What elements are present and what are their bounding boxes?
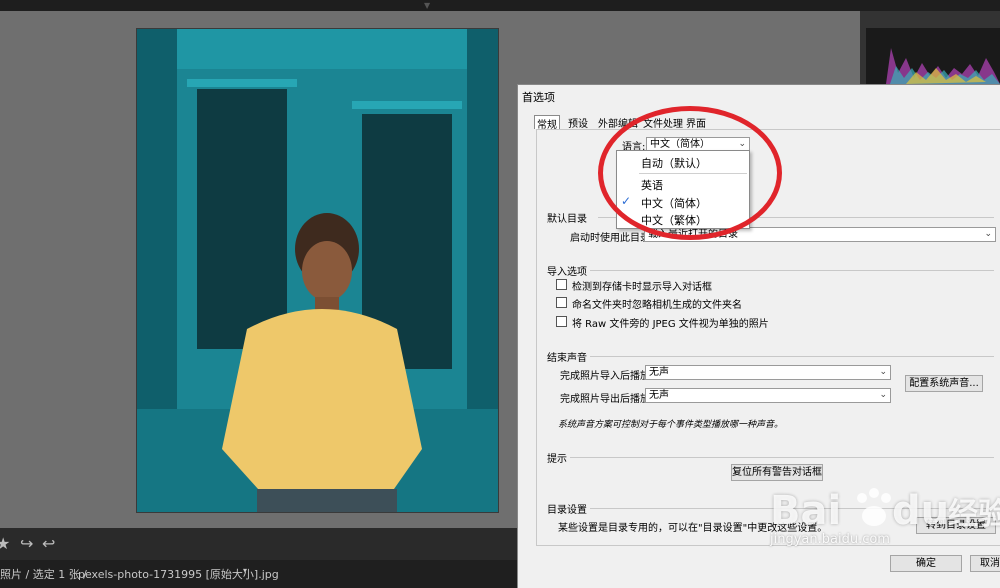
import-sound-value: 无声 [649,367,669,378]
cancel-button[interactable]: 取消 [970,555,1000,572]
group-divider [590,356,994,357]
checkmark-icon: ✓ [621,194,632,208]
startup-catalog-label: 启动时使用此目录: [570,233,654,244]
show-import-dialog-checkbox[interactable] [556,279,567,290]
svg-text:Bai: Bai [770,488,841,534]
import-sound-select[interactable]: 无声 ⌄ [645,365,891,380]
language-select-value: 中文（简体） [650,139,710,150]
default-catalog-title: 默认目录 [547,214,587,225]
ignore-camera-folder-names-checkbox[interactable] [556,297,567,308]
photo-image [137,29,498,512]
import-sound-label: 完成照片导入后播放: [560,371,654,382]
filmstrip-filename[interactable]: pexels-photo-1731995 [原始大小].jpg [78,566,279,582]
chevron-down-icon: ⌄ [879,390,887,400]
group-divider [570,457,994,458]
prompts-title: 提示 [547,454,567,465]
photo-preview [136,28,499,513]
group-divider [590,270,994,271]
tab-file-handling[interactable]: 文件处理 [641,115,685,130]
reset-warning-dialogs-button[interactable]: 复位所有警告对话框 [731,464,823,481]
rotate-left-icon[interactable]: ↪ [20,534,33,553]
export-sound-value: 无声 [649,390,669,401]
export-sound-select[interactable]: 无声 ⌄ [645,388,891,403]
tab-presets[interactable]: 预设 [566,115,590,130]
startup-catalog-select[interactable]: 载入最近打开的目录 ⌄ [644,227,996,242]
language-dropdown-list: 自动（默认） 英语 ✓ 中文（简体） 中文（繁体） [616,150,750,229]
chevron-down-icon: ⌄ [879,367,887,377]
export-sound-label: 完成照片导出后播放: [560,394,654,405]
svg-text:经验: 经验 [948,497,1000,532]
panel-toggle-arrow-icon[interactable]: ▼ [424,1,430,10]
language-option-auto[interactable]: 自动（默认） [641,155,707,171]
chevron-down-icon: ⌄ [984,229,992,239]
import-options-title: 导入选项 [547,267,587,278]
tab-general[interactable]: 常规 [534,115,560,131]
tab-interface[interactable]: 界面 [684,115,708,130]
treat-jpeg-separate-checkbox[interactable] [556,316,567,327]
top-panel-strip: ▼ [0,0,1000,11]
bottom-toolbar: ★ ↪ ↩ [0,528,519,560]
dropdown-separator [639,173,747,174]
configure-system-sounds-button[interactable]: 配置系统声音... [905,375,983,392]
star-icon[interactable]: ★ [0,534,10,553]
histogram [866,28,1000,84]
treat-jpeg-separate-label: 将 Raw 文件旁的 JPEG 文件视为单独的照片 [572,319,769,330]
ok-button[interactable]: 确定 [890,555,962,572]
catalog-settings-title: 目录设置 [547,505,587,516]
language-option-english[interactable]: 英语 [641,177,663,193]
filename-dropdown-caret-icon[interactable]: ▾ [243,566,247,575]
svg-text:du: du [892,488,949,534]
language-option-simplified-chinese[interactable]: 中文（简体） [641,195,707,211]
baidu-paw-logo: Bai du 经验 [770,488,1000,534]
startup-catalog-value: 载入最近打开的目录 [648,229,738,240]
watermark-url: jingyan.baidu.com [770,532,890,547]
ignore-camera-folder-names-label: 命名文件夹时忽略相机生成的文件夹名 [572,300,742,311]
histogram-graph [866,28,1000,84]
dialog-title: 首选项 [522,91,555,104]
rotate-right-icon[interactable]: ↩ [42,534,55,553]
sound-scheme-note: 系统声音方案可控制对于每个事件类型播放哪一种声音。 [558,420,784,430]
filmstrip-status-bar: 照片 / 选定 1 张 / pexels-photo-1731995 [原始大小… [0,560,519,588]
completion-sounds-title: 结束声音 [547,353,587,364]
tab-external-editing[interactable]: 外部编辑 [596,115,640,130]
language-option-traditional-chinese[interactable]: 中文（繁体） [641,212,707,228]
show-import-dialog-label: 检测到存储卡时显示导入对话框 [572,282,712,293]
filmstrip-selection-text: 照片 / 选定 1 张 / [0,568,87,581]
